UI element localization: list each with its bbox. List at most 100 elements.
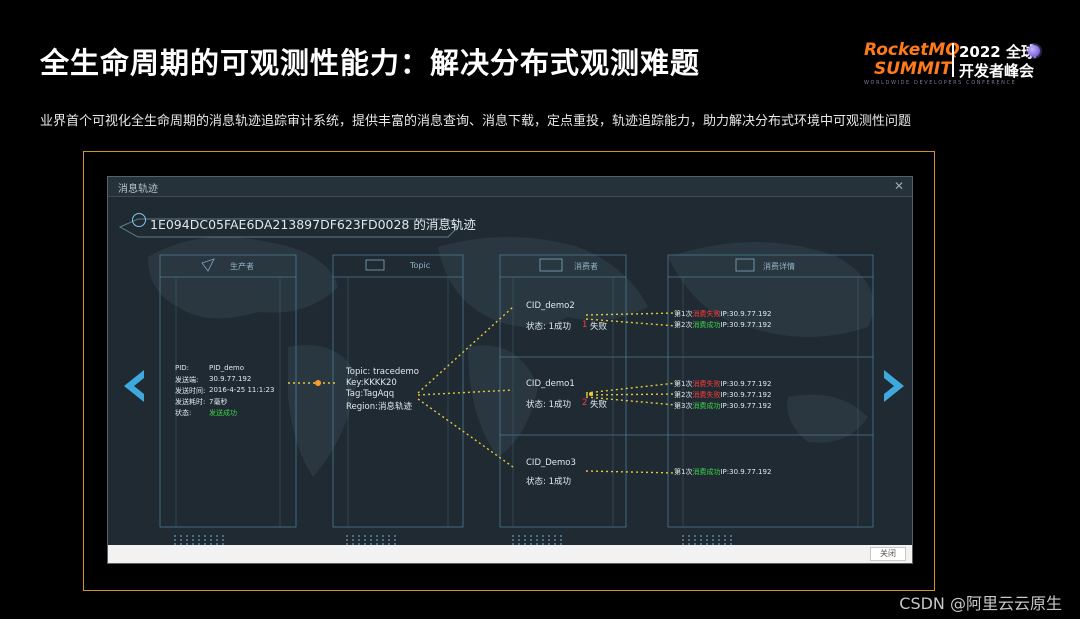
host-value: 30.9.77.192 (209, 375, 252, 383)
grid-dot (536, 539, 538, 541)
consume-detail-row: 第1次消费成功IP:30.9.77.192 (674, 467, 771, 477)
brand-divider (952, 43, 954, 77)
brand-name-line1: RocketMQ (864, 40, 960, 60)
grid-dot (198, 539, 200, 541)
grid-dot (560, 535, 562, 537)
grid-dot (718, 539, 720, 541)
consumer-status-suffix: 失败 (590, 400, 608, 410)
attempt-ip: IP:30.9.77.192 (720, 468, 772, 476)
attempt-result: 消费成功 (692, 468, 721, 476)
trace-header: 1E094DC05FAE6DA213897DF623FD0028 的消息轨迹 (150, 217, 476, 232)
grid-dot (222, 535, 224, 537)
grid-dot (512, 539, 514, 541)
consume-detail-row: 第1次消费失败IP:30.9.77.192 (674, 379, 771, 389)
grid-dot (694, 539, 696, 541)
grid-dot (174, 539, 176, 541)
grid-dot (346, 535, 348, 537)
attempt-ip: IP:30.9.77.192 (720, 391, 772, 399)
trace-diagram (118, 218, 874, 545)
attempt-result: 消费失败 (692, 391, 721, 399)
grid-dot (682, 535, 684, 537)
grid-dot (376, 535, 378, 537)
consumer-fail-count: 1 (582, 320, 588, 330)
grid-dot (548, 539, 550, 541)
attempt-result: 消费成功 (692, 402, 721, 410)
grid-dot (712, 539, 714, 541)
send-time-value: 2016-4-25 11:1:23 (209, 386, 275, 394)
attempt-label: 第1次 (674, 380, 693, 388)
topic-region: Region:消息轨迹 (346, 402, 412, 412)
grid-dot (222, 539, 224, 541)
grid-dot (542, 539, 544, 541)
close-icon[interactable]: ✕ (894, 179, 904, 193)
grid-dot (712, 535, 714, 537)
grid-dot (530, 535, 532, 537)
attempt-ip: IP:30.9.77.192 (720, 310, 772, 318)
grid-dot (512, 535, 514, 537)
grid-dot (204, 535, 206, 537)
consumer-status-prefix: 状态: 1成功 (526, 400, 571, 410)
grid-dot (718, 535, 720, 537)
attempt-label: 第1次 (674, 310, 693, 318)
brand-event: 开发者峰会 (959, 62, 1035, 80)
grid-dot (542, 535, 544, 537)
next-arrow-icon[interactable] (880, 368, 910, 404)
grid-dot (394, 539, 396, 541)
prev-arrow-icon[interactable] (118, 368, 148, 404)
consume-detail-row: 第3次消费成功IP:30.9.77.192 (674, 401, 771, 411)
consumer-name: CID_demo2 (526, 301, 575, 311)
watermark: CSDN @阿里云云原生 (899, 594, 1062, 613)
column-header-producer: 生产者 (230, 262, 254, 271)
grid-dot (700, 539, 702, 541)
grid-dot (700, 535, 702, 537)
grid-dot (376, 539, 378, 541)
status-value: 发送成功 (209, 409, 237, 417)
grid-dot (382, 535, 384, 537)
grid-dot (186, 535, 188, 537)
brand-tagline: WORLDWIDE DEVELOPERS CONFERENCE (864, 80, 1017, 86)
grid-dot (192, 535, 194, 537)
grid-dot (724, 539, 726, 541)
back-icon[interactable] (132, 213, 146, 227)
grid-dot (706, 539, 708, 541)
grid-dot (548, 535, 550, 537)
grid-dot (358, 535, 360, 537)
grid-dot (370, 535, 372, 537)
grid-dot (518, 539, 520, 541)
grid-dot (186, 539, 188, 541)
grid-dot (536, 535, 538, 537)
consumer-fail-count: 2 (582, 398, 588, 408)
consumer-status-prefix: 状态: 1成功 (526, 322, 571, 332)
grid-dot (364, 539, 366, 541)
topic-tag: Tag:TagAqq (346, 389, 395, 399)
planet-icon (1028, 45, 1040, 57)
producer-node-dot (315, 380, 321, 386)
grid-dot (388, 539, 390, 541)
topic-key: Key:KKKK20 (346, 378, 397, 388)
consumer1-node-dot (589, 392, 593, 396)
attempt-label: 第2次 (674, 391, 693, 399)
topic-name: Topic: tracedemo (346, 367, 419, 377)
panel-titlebar: 消息轨迹 ✕ (108, 177, 912, 197)
grid-dot (382, 539, 384, 541)
status-label: 状态: (175, 409, 192, 417)
consumer-status-prefix: 状态: 1成功 (526, 477, 571, 487)
attempt-label: 第2次 (674, 321, 693, 329)
grid-dot (180, 539, 182, 541)
grid-dot (530, 539, 532, 541)
close-button[interactable]: 关闭 (870, 547, 906, 561)
grid-dot (210, 535, 212, 537)
grid-dot (192, 539, 194, 541)
column-header-consume-detail: 消费详情 (763, 262, 795, 271)
grid-dot (216, 535, 218, 537)
grid-dot (682, 539, 684, 541)
host-label: 发送端: (175, 376, 199, 384)
grid-dot (724, 535, 726, 537)
attempt-result: 消费成功 (692, 321, 721, 329)
grid-dot (370, 539, 372, 541)
grid-dot (180, 535, 182, 537)
grid-dot (352, 535, 354, 537)
grid-dot (210, 539, 212, 541)
attempt-label: 第1次 (674, 468, 693, 476)
grid-dot (198, 535, 200, 537)
